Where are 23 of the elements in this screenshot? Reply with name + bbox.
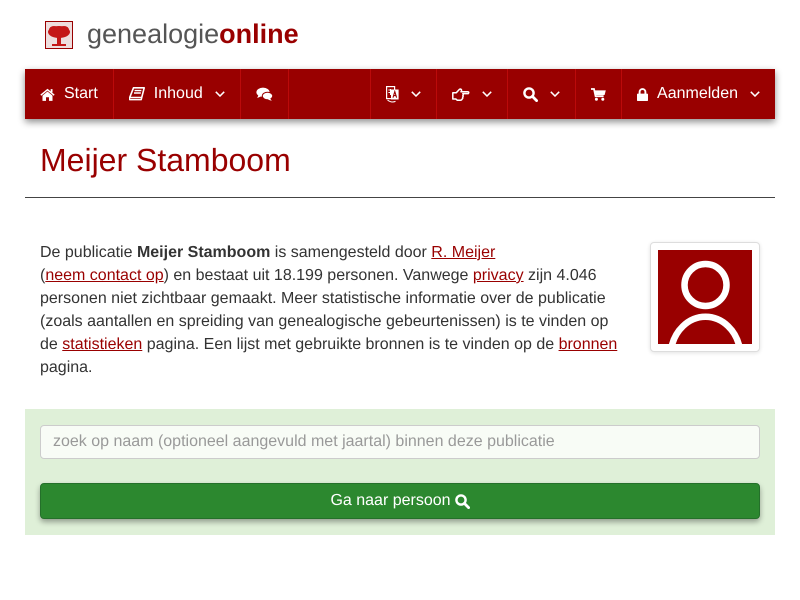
cart-icon: [591, 88, 606, 100]
inline-link[interactable]: statistieken: [62, 336, 142, 353]
language-icon: [386, 86, 400, 102]
book-icon: [128, 87, 145, 101]
inline-link[interactable]: neem contact op: [45, 267, 164, 284]
search-field[interactable]: zoek op naam (optioneel aangevuld met jaartal) binnen deze publicatie: [40, 425, 760, 459]
inline-link[interactable]: privacy: [472, 267, 524, 284]
inline-link[interactable]: R. Meijer: [431, 244, 496, 261]
site-logo-link[interactable]: genealogieonline: [87, 21, 299, 48]
intro-paragraph: De publicatie Meijer Stamboom is samengesteld door R. Meijer (neem contact op) en bestaat uit 18.199 personen. Vanwege privacy zijn 4.046 personen niet zichtbaar gemaakt. Meer statistische informatie over de publicatie (zoals aantallen en spreiding van genealogische gebeurtenissen) is te vinden op de statistieken pagina. Een lijst met gebruikte bronnen is te vinden op de bronnen pagina.: [40, 243, 618, 378]
search-icon: [523, 86, 538, 102]
search-icon: [454, 494, 470, 508]
home-icon: [40, 88, 55, 100]
pointing-hand-icon: [452, 88, 470, 100]
nav-link[interactable]: Start: [25, 69, 114, 119]
search-button[interactable]: Ga naar persoon: [40, 483, 760, 519]
lock-icon: [637, 88, 648, 100]
nav-dropdown[interactable]: Aanmelden: [621, 69, 775, 119]
page-title: Meijer Stamboom: [40, 142, 291, 178]
inline-link[interactable]: bronnen: [558, 336, 618, 353]
speech-bubbles-icon: [256, 87, 273, 101]
tree-logo-icon: [45, 20, 73, 48]
nav-dropdown[interactable]: Inhoud: [114, 69, 241, 119]
